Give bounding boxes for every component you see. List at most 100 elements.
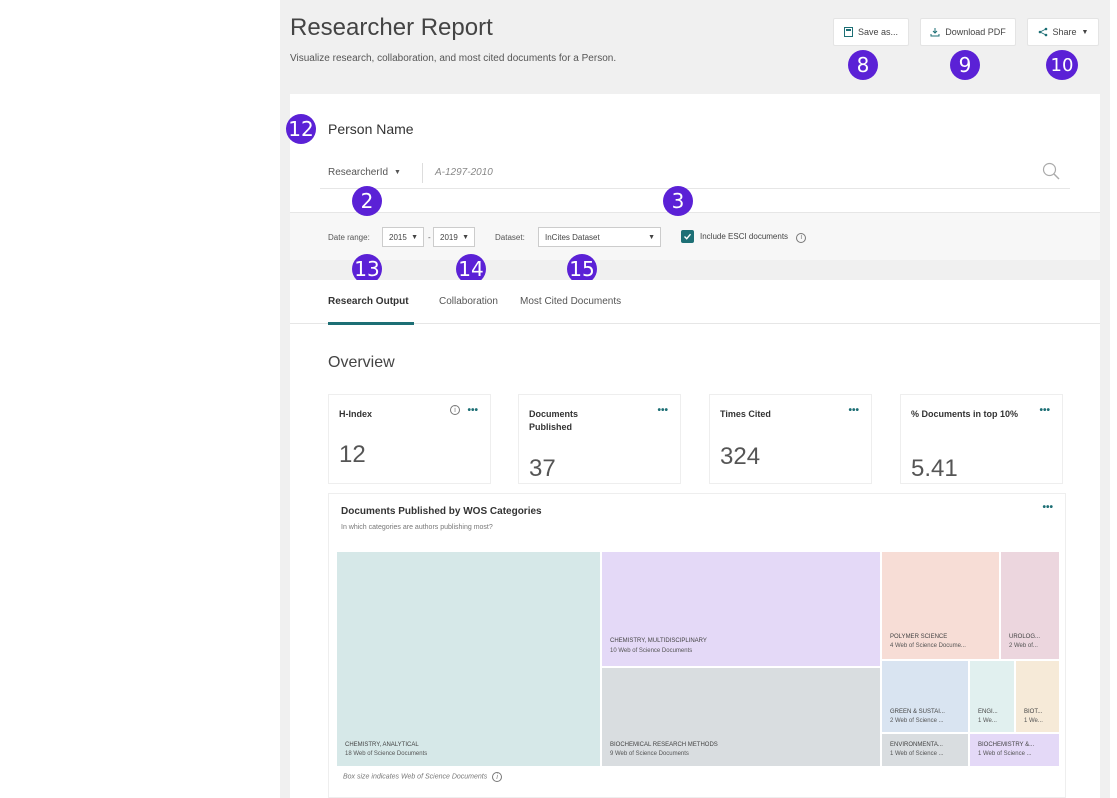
share-icon bbox=[1038, 27, 1048, 37]
date-from-value: 2015 bbox=[389, 232, 407, 242]
treemap-title: Documents Published by WOS Categories bbox=[341, 506, 542, 517]
tile-count: 2 Web of... bbox=[1009, 643, 1038, 649]
tile-name: CHEMISTRY, ANALYTICAL bbox=[345, 742, 419, 748]
tile-name: CHEMISTRY, MULTIDISCIPLINARY bbox=[610, 638, 707, 644]
metric-card-h-index: H-Index i ••• 12 bbox=[328, 394, 491, 484]
share-button[interactable]: Share ▼ bbox=[1027, 18, 1099, 46]
dataset-value: InCites Dataset bbox=[545, 232, 600, 242]
annotation-badge: 12 bbox=[286, 114, 316, 144]
save-as-label: Save as... bbox=[857, 27, 899, 37]
info-icon[interactable]: i bbox=[450, 405, 460, 415]
download-pdf-label: Download PDF bbox=[945, 27, 1006, 37]
dataset-select[interactable]: InCites Dataset ▼ bbox=[538, 227, 661, 247]
tile-count: 1 We... bbox=[978, 718, 997, 724]
tile-name: BIOT... bbox=[1024, 709, 1043, 715]
metric-value: 12 bbox=[339, 441, 366, 468]
tile-count: 1 We... bbox=[1024, 718, 1043, 724]
id-type-value: ResearcherId bbox=[328, 167, 389, 178]
tab-most-cited-documents[interactable]: Most Cited Documents bbox=[520, 296, 621, 307]
metric-value: 324 bbox=[720, 443, 761, 470]
include-esci-checkbox[interactable] bbox=[681, 230, 694, 243]
treemap-tile[interactable]: ENVIRONMENTA... 1 Web of Science ... bbox=[882, 734, 968, 766]
metric-card-times-cited: Times Cited ••• 324 bbox=[709, 394, 872, 484]
chevron-down-icon: ▼ bbox=[462, 233, 469, 241]
search-icon[interactable] bbox=[1042, 162, 1060, 185]
download-icon bbox=[930, 27, 940, 37]
tile-name: ENVIRONMENTA... bbox=[890, 742, 943, 748]
page-title: Researcher Report bbox=[290, 14, 493, 41]
tab-research-output[interactable]: Research Output bbox=[328, 296, 409, 307]
treemap-tile[interactable]: POLYMER SCIENCE 4 Web of Science Docume.… bbox=[882, 552, 999, 659]
save-icon bbox=[843, 27, 853, 37]
annotation-badge: 10 bbox=[1046, 50, 1078, 80]
filter-bar: Date range: 2015 ▼ - 2019 ▼ Dataset: InC… bbox=[290, 212, 1100, 260]
tile-count: 4 Web of Science Docume... bbox=[890, 643, 966, 649]
info-icon[interactable]: i bbox=[492, 772, 503, 782]
treemap-tile[interactable]: BIOCHEMISTRY &... 1 Web of Science ... bbox=[970, 734, 1059, 766]
info-icon[interactable]: i bbox=[796, 232, 807, 243]
tile-name: POLYMER SCIENCE bbox=[890, 634, 948, 640]
metric-card-percent-top-10: % Documents in top 10% ••• 5.41 bbox=[900, 394, 1063, 484]
chevron-down-icon: ▼ bbox=[1081, 28, 1089, 36]
treemap-tile[interactable]: ENGI... 1 We... bbox=[970, 661, 1014, 732]
metric-value: 5.41 bbox=[911, 455, 958, 482]
divider bbox=[320, 188, 1070, 189]
more-dots-icon[interactable]: ••• bbox=[467, 405, 478, 416]
tile-name: GREEN & SUSTAI... bbox=[890, 709, 945, 715]
report-panel: Research Output Collaboration Most Cited… bbox=[290, 280, 1100, 798]
treemap-footnote: Box size indicates Web of Science Docume… bbox=[343, 772, 503, 782]
download-pdf-button[interactable]: Download PDF bbox=[920, 18, 1016, 46]
tile-count: 9 Web of Science Documents bbox=[610, 751, 689, 757]
share-label: Share bbox=[1052, 27, 1077, 37]
tile-name: UROLOG... bbox=[1009, 634, 1041, 640]
treemap-tile[interactable]: CHEMISTRY, ANALYTICAL 18 Web of Science … bbox=[337, 552, 600, 766]
chevron-down-icon: ▼ bbox=[648, 233, 655, 241]
tile-name: ENGI... bbox=[978, 709, 998, 715]
treemap-card: Documents Published by WOS Categories In… bbox=[328, 493, 1066, 798]
more-dots-icon[interactable]: ••• bbox=[657, 405, 668, 416]
tile-name: BIOCHEMISTRY &... bbox=[978, 742, 1035, 748]
treemap-tile[interactable]: CHEMISTRY, MULTIDISCIPLINARY 10 Web of S… bbox=[602, 552, 880, 666]
tile-count: 18 Web of Science Documents bbox=[345, 751, 428, 757]
tile-count: 10 Web of Science Documents bbox=[610, 648, 693, 654]
tab-bar: Research Output Collaboration Most Cited… bbox=[290, 280, 1100, 325]
treemap-tile[interactable]: BIOT... 1 We... bbox=[1016, 661, 1059, 732]
tab-collaboration[interactable]: Collaboration bbox=[439, 296, 498, 307]
tile-count: 2 Web of Science ... bbox=[890, 718, 944, 724]
save-as-button[interactable]: Save as... bbox=[833, 18, 909, 46]
researcher-id-input[interactable]: A-1297-2010 bbox=[435, 167, 493, 178]
date-to-value: 2019 bbox=[440, 232, 458, 242]
include-esci-label: Include ESCI documents i bbox=[700, 232, 807, 243]
treemap-subtitle: In which categories are authors publishi… bbox=[341, 524, 493, 531]
more-dots-icon[interactable]: ••• bbox=[848, 405, 859, 416]
overview-heading: Overview bbox=[328, 354, 395, 371]
date-from-select[interactable]: 2015 ▼ bbox=[382, 227, 424, 247]
date-range-label: Date range: bbox=[328, 233, 370, 242]
metric-label: H-Index bbox=[339, 409, 373, 419]
annotation-badge: 8 bbox=[848, 50, 878, 80]
date-separator: - bbox=[428, 233, 431, 242]
tile-name: BIOCHEMICAL RESEARCH METHODS bbox=[610, 742, 718, 748]
metric-label: Times Cited bbox=[720, 409, 771, 419]
annotation-badge: 3 bbox=[663, 186, 693, 216]
treemap-tile[interactable]: BIOCHEMICAL RESEARCH METHODS 9 Web of Sc… bbox=[602, 668, 880, 766]
treemap-tile[interactable]: GREEN & SUSTAI... 2 Web of Science ... bbox=[882, 661, 968, 732]
page-subtitle: Visualize research, collaboration, and m… bbox=[290, 53, 617, 64]
person-name-label: Person Name bbox=[328, 121, 414, 137]
active-tab-indicator bbox=[328, 322, 414, 325]
metric-card-documents-published: Documents Published ••• 37 bbox=[518, 394, 681, 484]
more-dots-icon[interactable]: ••• bbox=[1039, 405, 1050, 416]
date-to-select[interactable]: 2019 ▼ bbox=[433, 227, 475, 247]
dataset-label: Dataset: bbox=[495, 233, 525, 242]
id-type-select[interactable]: ResearcherId ▼ bbox=[328, 167, 401, 178]
metric-label: % Documents in top 10% bbox=[911, 409, 1019, 419]
metric-value: 37 bbox=[529, 455, 556, 482]
more-dots-icon[interactable]: ••• bbox=[1042, 502, 1053, 513]
divider bbox=[422, 163, 423, 183]
search-panel: Person Name ResearcherId ▼ A-1297-2010 D… bbox=[290, 94, 1100, 260]
tile-count: 1 Web of Science ... bbox=[978, 751, 1032, 757]
chevron-down-icon: ▼ bbox=[411, 233, 418, 241]
metric-label: Documents Published bbox=[529, 409, 579, 432]
annotation-badge: 9 bbox=[950, 50, 980, 80]
treemap-tile[interactable]: UROLOG... 2 Web of... bbox=[1001, 552, 1059, 659]
